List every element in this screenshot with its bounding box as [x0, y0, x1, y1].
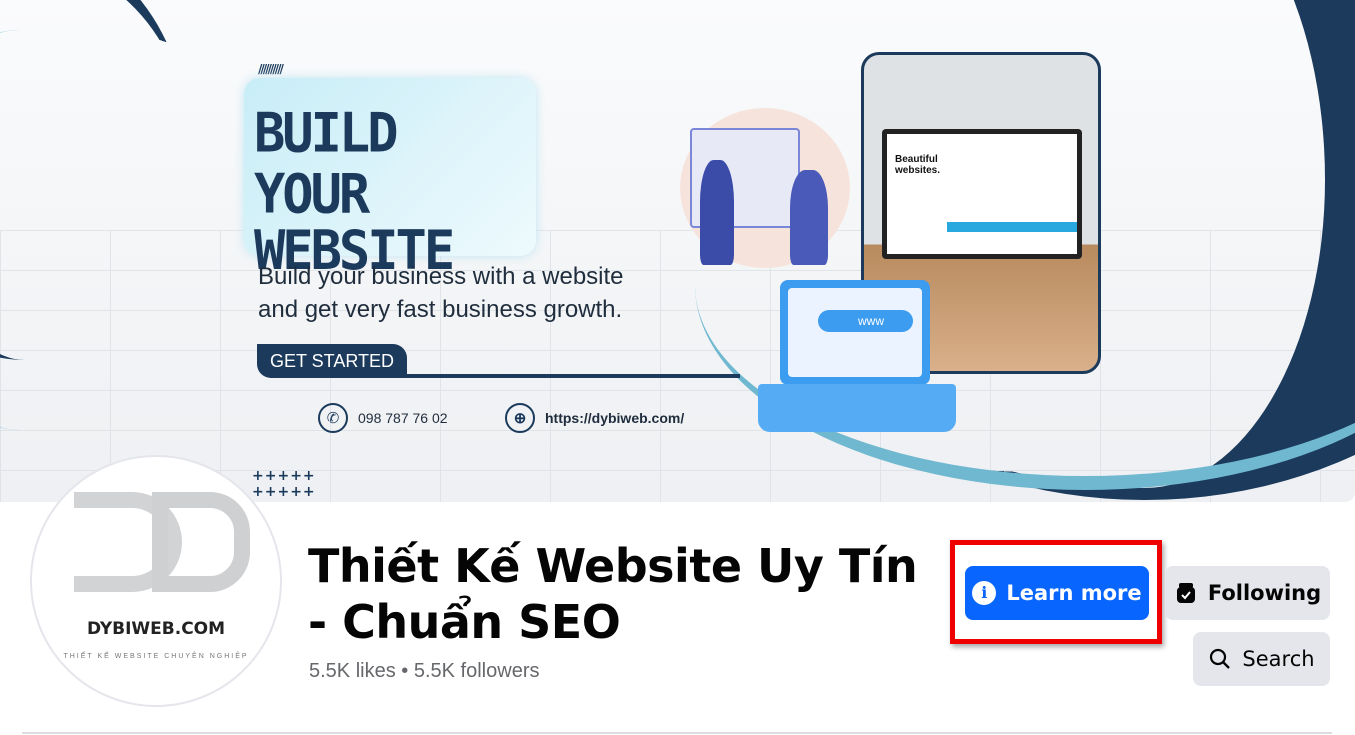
- highlight-box: [950, 540, 1162, 644]
- following-button[interactable]: Following: [1165, 566, 1330, 620]
- logo-b-shape: [152, 492, 250, 592]
- person-illustration: [700, 160, 734, 265]
- profile-picture[interactable]: DYBIWEB.COM THIẾT KẾ WEBSITE CHUYÊN NGHI…: [30, 455, 282, 707]
- followers-count[interactable]: 5.5K followers: [414, 660, 540, 682]
- stripe-decoration: //////////: [258, 62, 284, 76]
- monitor-text: Beautiful websites.: [895, 154, 941, 176]
- headline-line: BUILD YOUR: [254, 102, 399, 226]
- likes-count[interactable]: 5.5K likes: [309, 660, 396, 682]
- headline-box: BUILD YOUR WEBSITE: [244, 78, 536, 281]
- subtext-line: and get very fast business growth.: [258, 296, 623, 323]
- plus-decoration: +++++ +++++: [252, 468, 316, 500]
- cover-subtext: Build your business with a website and g…: [258, 260, 624, 326]
- laptop-keyboard: [758, 384, 956, 432]
- separator: •: [401, 660, 409, 682]
- phone-icon: ✆: [318, 403, 348, 433]
- search-label: Search: [1242, 647, 1315, 671]
- website-url: https://dybiweb.com/: [545, 410, 685, 426]
- following-label: Following: [1207, 581, 1322, 605]
- subtext-line: Build your business with a website: [258, 263, 624, 290]
- page-stats: 5.5K likes • 5.5K followers: [309, 660, 539, 683]
- globe-icon: ⊕: [505, 403, 535, 433]
- cover-photo[interactable]: ////////// BUILD YOUR WEBSITE Build your…: [0, 0, 1355, 502]
- screen-bar: [947, 222, 1077, 232]
- logo-tagline: THIẾT KẾ WEBSITE CHUYÊN NGHIỆP: [63, 653, 249, 660]
- divider: [400, 374, 740, 378]
- website-contact: ⊕ https://dybiweb.com/: [505, 403, 684, 433]
- logo-name: DYBIWEB.COM: [86, 619, 226, 639]
- www-label: www: [818, 310, 913, 332]
- person-illustration: [790, 170, 828, 265]
- phone-contact: ✆ 098 787 76 02: [318, 403, 448, 433]
- phone-number: 098 787 76 02: [358, 410, 448, 426]
- search-button[interactable]: Search: [1193, 632, 1330, 686]
- following-check-icon: [1176, 583, 1195, 603]
- get-started-banner: GET STARTED: [257, 344, 407, 378]
- monitor: Beautiful websites.: [882, 129, 1082, 259]
- header-divider: [22, 732, 1332, 734]
- search-icon: [1210, 648, 1231, 669]
- page-title: Thiết Kế Website Uy Tín - Chuẩn SEO: [308, 539, 918, 649]
- laptop-illustration: www: [780, 280, 930, 385]
